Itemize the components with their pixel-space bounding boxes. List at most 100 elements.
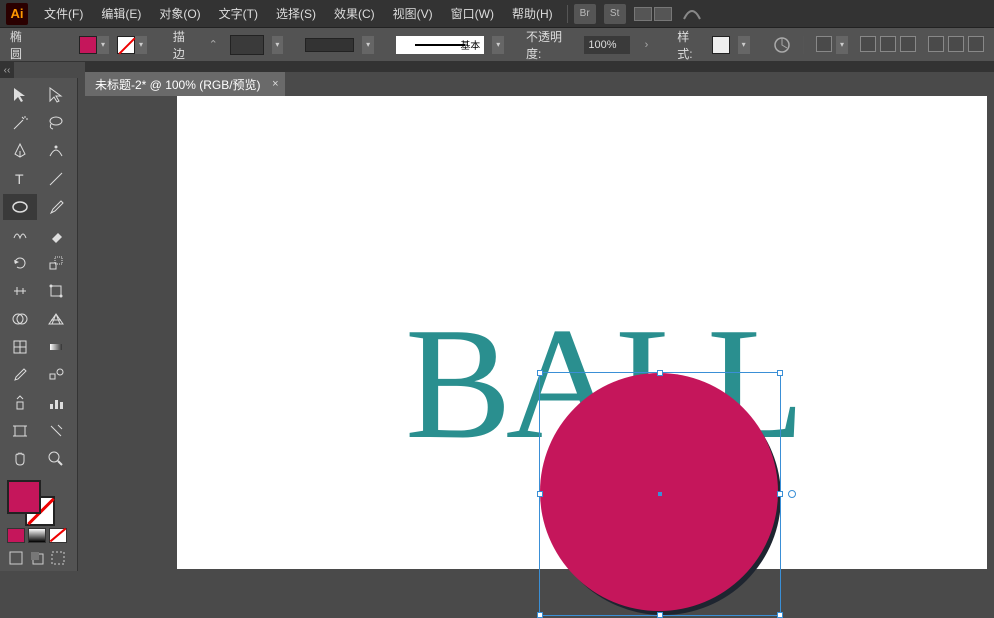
style-swatch[interactable] [712, 36, 730, 54]
lasso-tool[interactable] [39, 110, 73, 136]
stroke-label: 描边 [173, 28, 197, 62]
close-tab-icon[interactable]: × [272, 78, 278, 90]
eraser-tool[interactable] [39, 222, 73, 248]
align-hcenter-icon[interactable] [880, 36, 896, 52]
stroke-dropdown[interactable]: ▾ [272, 36, 284, 54]
document-tab[interactable]: 未标题-2* @ 100% (RGB/预览) × [85, 72, 285, 96]
toolbox: T [0, 78, 78, 571]
shape-builder-tool[interactable] [3, 306, 37, 332]
handle-right[interactable] [777, 491, 783, 497]
pen-tool[interactable] [3, 138, 37, 164]
magic-wand-tool[interactable] [3, 110, 37, 136]
separator [567, 5, 568, 23]
arrange-docs-icon[interactable] [634, 7, 672, 21]
gradient-tool[interactable] [39, 334, 73, 360]
draw-inside-icon[interactable] [49, 549, 67, 567]
handle-top[interactable] [657, 370, 663, 376]
selection-tool[interactable] [3, 82, 37, 108]
align-vcenter-icon[interactable] [948, 36, 964, 52]
selection-bounding-box[interactable] [539, 372, 781, 616]
menu-bar: Ai 文件(F) 编辑(E) 对象(O) 文字(T) 选择(S) 效果(C) 视… [0, 0, 994, 28]
menu-effect[interactable]: 效果(C) [326, 1, 383, 26]
align-group: ▾ [816, 36, 984, 54]
menu-view[interactable]: 视图(V) [385, 1, 441, 26]
shape-label: 椭圆 [10, 28, 34, 62]
hand-tool[interactable] [3, 446, 37, 472]
handle-left[interactable] [537, 491, 543, 497]
slice-tool[interactable] [39, 418, 73, 444]
width-tool[interactable] [3, 278, 37, 304]
menu-edit[interactable]: 编辑(E) [93, 1, 149, 26]
stroke-weight-input[interactable] [230, 35, 263, 55]
paintbrush-tool[interactable] [39, 194, 73, 220]
type-tool[interactable]: T [3, 166, 37, 192]
separator [803, 36, 804, 54]
selection-center[interactable] [658, 492, 662, 496]
menu-window[interactable]: 窗口(W) [443, 1, 502, 26]
perspective-grid-tool[interactable] [39, 306, 73, 332]
color-mode-gradient[interactable] [28, 528, 46, 543]
recolor-icon[interactable] [773, 36, 791, 54]
bridge-icon[interactable]: Br [574, 4, 596, 24]
app-logo: Ai [6, 3, 28, 25]
stroke-swatch[interactable]: ▾ [117, 36, 147, 54]
stroke-profile[interactable] [305, 38, 354, 52]
column-graph-tool[interactable] [39, 390, 73, 416]
stroke-weight-down[interactable]: ⌃ [204, 36, 222, 54]
shaper-tool[interactable] [3, 222, 37, 248]
style-label: 样式: [677, 28, 704, 62]
menu-object[interactable]: 对象(O) [151, 1, 208, 26]
fill-stroke-indicator[interactable] [3, 478, 71, 526]
mesh-tool[interactable] [3, 334, 37, 360]
document-title: 未标题-2* @ 100% (RGB/预览) [95, 76, 261, 93]
artboard-tool[interactable] [3, 418, 37, 444]
brush-dd[interactable]: ▾ [492, 36, 504, 54]
align-dd[interactable]: ▾ [836, 36, 848, 54]
symbol-sprayer-tool[interactable] [3, 390, 37, 416]
opacity-next[interactable]: › [638, 36, 656, 54]
stroke-profile-dd[interactable]: ▾ [362, 36, 374, 54]
gpu-icon[interactable] [682, 7, 702, 21]
align-bottom-icon[interactable] [968, 36, 984, 52]
stock-icon[interactable]: St [604, 4, 626, 24]
eyedropper-tool[interactable] [3, 362, 37, 388]
handle-bottom-left[interactable] [537, 612, 543, 618]
draw-behind-icon[interactable] [28, 549, 46, 567]
curvature-tool[interactable] [39, 138, 73, 164]
color-mode-none[interactable] [49, 528, 67, 543]
rotation-handle[interactable] [788, 490, 796, 498]
brush-preview[interactable]: 基本 [396, 36, 484, 54]
handle-top-right[interactable] [777, 370, 783, 376]
align-icon[interactable] [816, 36, 832, 52]
blend-tool[interactable] [39, 362, 73, 388]
align-right-icon[interactable] [900, 36, 916, 52]
rotate-tool[interactable] [3, 250, 37, 276]
ellipse-tool[interactable] [3, 194, 37, 220]
brush-label: 基本 [460, 37, 480, 52]
fill-swatch[interactable]: ▾ [79, 36, 109, 54]
handle-bottom[interactable] [657, 612, 663, 618]
handle-top-left[interactable] [537, 370, 543, 376]
menu-help[interactable]: 帮助(H) [504, 1, 561, 26]
opacity-label: 不透明度: [526, 28, 576, 62]
scale-tool[interactable] [39, 250, 73, 276]
align-left-icon[interactable] [860, 36, 876, 52]
draw-normal-icon[interactable] [7, 549, 25, 567]
direct-selection-tool[interactable] [39, 82, 73, 108]
tab-strip [85, 62, 994, 72]
menu-select[interactable]: 选择(S) [268, 1, 324, 26]
menu-type[interactable]: 文字(T) [211, 1, 266, 26]
menu-file[interactable]: 文件(F) [36, 1, 91, 26]
style-dd[interactable]: ▾ [738, 36, 750, 54]
color-mode-solid[interactable] [7, 528, 25, 543]
svg-text:T: T [15, 171, 24, 187]
line-tool[interactable] [39, 166, 73, 192]
align-top-icon[interactable] [928, 36, 944, 52]
panel-collapse[interactable]: ‹‹ [0, 62, 14, 78]
foreground-color[interactable] [7, 480, 41, 514]
work-area[interactable]: BALL [85, 96, 994, 569]
zoom-tool[interactable] [39, 446, 73, 472]
handle-bottom-right[interactable] [777, 612, 783, 618]
free-transform-tool[interactable] [39, 278, 73, 304]
opacity-value[interactable]: 100% [584, 36, 629, 54]
